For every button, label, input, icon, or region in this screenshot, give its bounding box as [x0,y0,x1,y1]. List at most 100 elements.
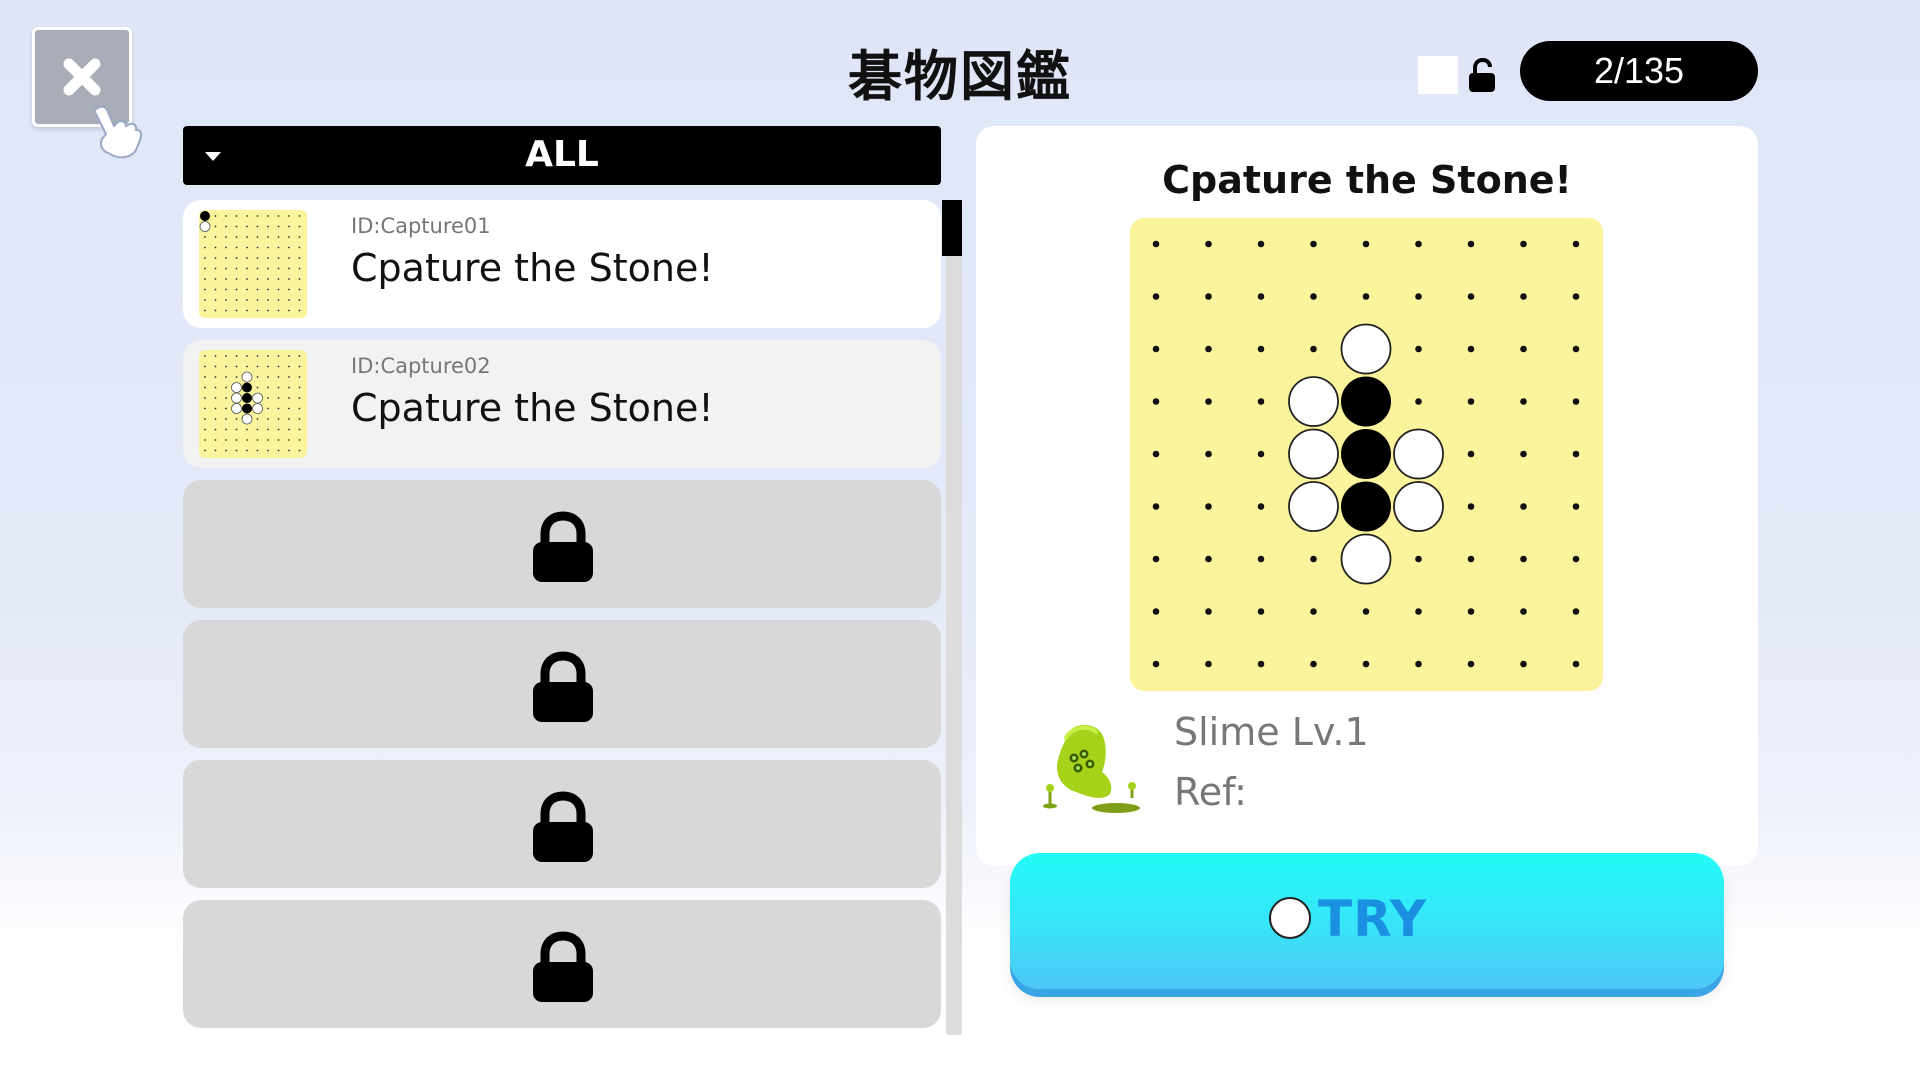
board-point [1152,450,1160,458]
monster-ref: Ref: [1174,770,1247,814]
board-point [1572,555,1580,563]
black-stone [1341,429,1391,479]
board-point [1572,660,1580,668]
board-point [1520,555,1527,563]
board-point [1572,450,1580,458]
board-point [1205,555,1212,563]
white-stone-icon [1269,897,1311,939]
board-point [1520,293,1527,300]
try-button-label: TRY [1318,890,1428,948]
white-stone [1288,428,1339,480]
board-point [1520,240,1527,248]
board-point [1152,398,1160,405]
board-point [1520,660,1527,668]
white-stone [1288,481,1339,532]
list-item[interactable]: ID:Capture01 Cpature the Stone! [183,200,941,328]
board-point [1467,293,1475,300]
board-point [1467,240,1475,248]
board-point [1257,450,1265,458]
board-point [1362,660,1370,668]
board-thumbnail [199,210,307,318]
slime-icon [1043,724,1140,813]
unlock-icon [1469,58,1495,92]
item-id: ID:Capture02 [351,354,491,378]
board-point [1520,345,1527,353]
board-point [1152,555,1160,563]
item-title: Cpature the Stone! [351,386,714,430]
board-point [1205,660,1212,668]
filter-dropdown[interactable]: ALL [183,126,941,185]
board-point [1467,503,1475,510]
board-point [1415,398,1422,405]
board-point [1467,398,1475,405]
locked-list-item[interactable] [183,760,941,888]
white-stone [1340,533,1392,585]
board-point [1572,345,1580,353]
board-point [1257,293,1265,300]
board-point [1310,240,1317,248]
board-point [1205,450,1212,458]
board-point [1257,240,1265,248]
white-stone [1340,323,1392,375]
board-point [1415,608,1422,615]
filter-toggle[interactable] [1418,56,1458,94]
lock-icon [533,651,593,722]
list-item[interactable]: ID:Capture02 Cpature the Stone! [183,340,941,468]
scrollbar-thumb[interactable] [942,200,962,256]
board-point [1152,660,1160,668]
board-point [1415,240,1422,248]
board-point [1152,503,1160,510]
board-point [1572,608,1580,615]
detail-title: Cpature the Stone! [1162,158,1572,202]
board-point [1310,608,1317,615]
board-point [1205,240,1212,248]
item-id: ID:Capture01 [351,214,491,238]
board-thumbnail [199,350,307,458]
board-point [1415,555,1422,563]
board-point [1205,608,1212,615]
board-point [1362,293,1370,300]
locked-list-item[interactable] [183,620,941,748]
board-point [1152,240,1160,248]
board-point [1467,555,1475,563]
board-point [1257,608,1265,615]
board-point [1310,660,1317,668]
board-point [1152,608,1160,615]
filter-dropdown-label: ALL [525,134,599,175]
board-point [1310,345,1317,353]
board-point [1257,398,1265,405]
black-stone [1341,481,1391,532]
lock-icon [533,791,593,862]
lock-icon [533,931,593,1002]
board-point [1310,293,1317,300]
scrollbar-track[interactable] [946,200,962,1035]
monster-name: Slime Lv.1 [1174,710,1369,754]
board-point [1310,555,1317,563]
board-point [1152,345,1160,353]
locked-list-item[interactable] [183,900,941,1028]
board-point [1152,293,1160,300]
board-point [1520,608,1527,615]
board-point [1257,555,1265,563]
board-point [1520,398,1527,405]
white-stone [1393,481,1444,532]
board-point [1257,660,1265,668]
white-stone [1288,376,1339,427]
board-point [1415,345,1422,353]
board-point [1415,293,1422,300]
board-point [1205,345,1212,353]
board-point [1362,240,1370,248]
board-point [1467,660,1475,668]
board-point [1467,450,1475,458]
board-point [1520,503,1527,510]
board-point [1467,345,1475,353]
collection-progress: 2/135 [1520,41,1758,101]
lock-icon [533,511,593,582]
white-stone [1393,428,1444,480]
board-point [1520,450,1527,458]
pointer-hand-icon [93,105,142,159]
board-point [1362,608,1370,615]
board-point [1415,660,1422,668]
locked-list-item[interactable] [183,480,941,608]
board-point [1572,240,1580,248]
